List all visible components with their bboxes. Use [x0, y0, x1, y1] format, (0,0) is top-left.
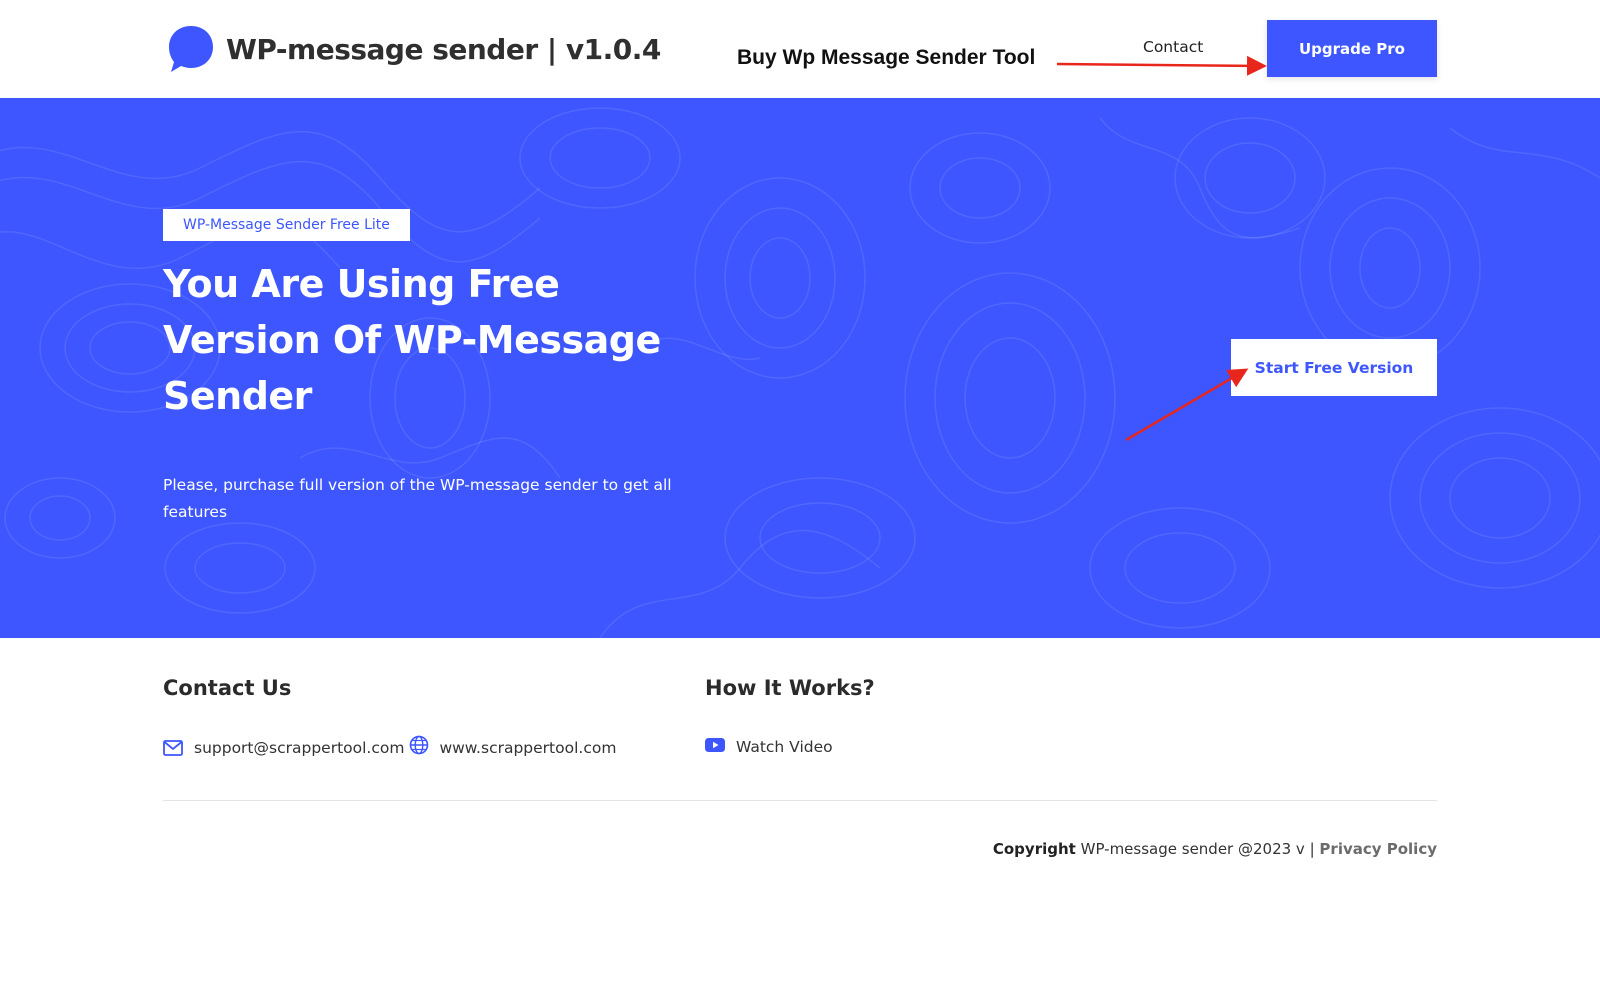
upgrade-pro-button[interactable]: Upgrade Pro	[1267, 20, 1437, 77]
logo[interactable]: WP-message sender | v1.0.4	[166, 24, 661, 74]
watch-video-row[interactable]: Watch Video	[705, 738, 833, 756]
footer-divider	[163, 800, 1437, 801]
support-email-link[interactable]: support@scrappertool.com	[194, 739, 404, 757]
annotation-label: Buy Wp Message Sender Tool	[737, 46, 1036, 69]
free-lite-badge: WP-Message Sender Free Lite	[163, 209, 410, 241]
copyright-text: WP-message sender @2023 v |	[1080, 840, 1315, 858]
start-free-version-button[interactable]: Start Free Version	[1231, 339, 1437, 396]
nav-contact-link[interactable]: Contact	[1143, 38, 1203, 56]
page: WP-message sender | v1.0.4 Buy Wp Messag…	[0, 0, 1600, 1000]
privacy-policy-link[interactable]: Privacy Policy	[1319, 840, 1437, 858]
site-header: WP-message sender | v1.0.4 Buy Wp Messag…	[0, 0, 1600, 98]
contact-info-row: support@scrappertool.com www.scrappertoo…	[163, 735, 616, 758]
website-link[interactable]: www.scrappertool.com	[439, 739, 616, 757]
hero-title: You Are Using Free Version Of WP-Message…	[163, 262, 661, 418]
watch-video-link[interactable]: Watch Video	[736, 738, 833, 756]
contact-us-heading: Contact Us	[163, 676, 292, 700]
hero-banner: WP-Message Sender Free Lite You Are Usin…	[0, 98, 1600, 638]
copyright-label: Copyright	[992, 840, 1076, 858]
globe-icon	[410, 735, 429, 755]
logo-text: WP-message sender | v1.0.4	[226, 32, 661, 66]
chat-bubble-icon	[169, 26, 213, 72]
mail-icon	[163, 740, 183, 756]
copyright-line: Copyright WP-message sender @2023 v | Pr…	[993, 840, 1437, 858]
youtube-icon	[705, 738, 725, 752]
hero-description: Please, purchase full version of the WP-…	[163, 476, 672, 521]
how-it-works-heading: How It Works?	[705, 676, 875, 700]
